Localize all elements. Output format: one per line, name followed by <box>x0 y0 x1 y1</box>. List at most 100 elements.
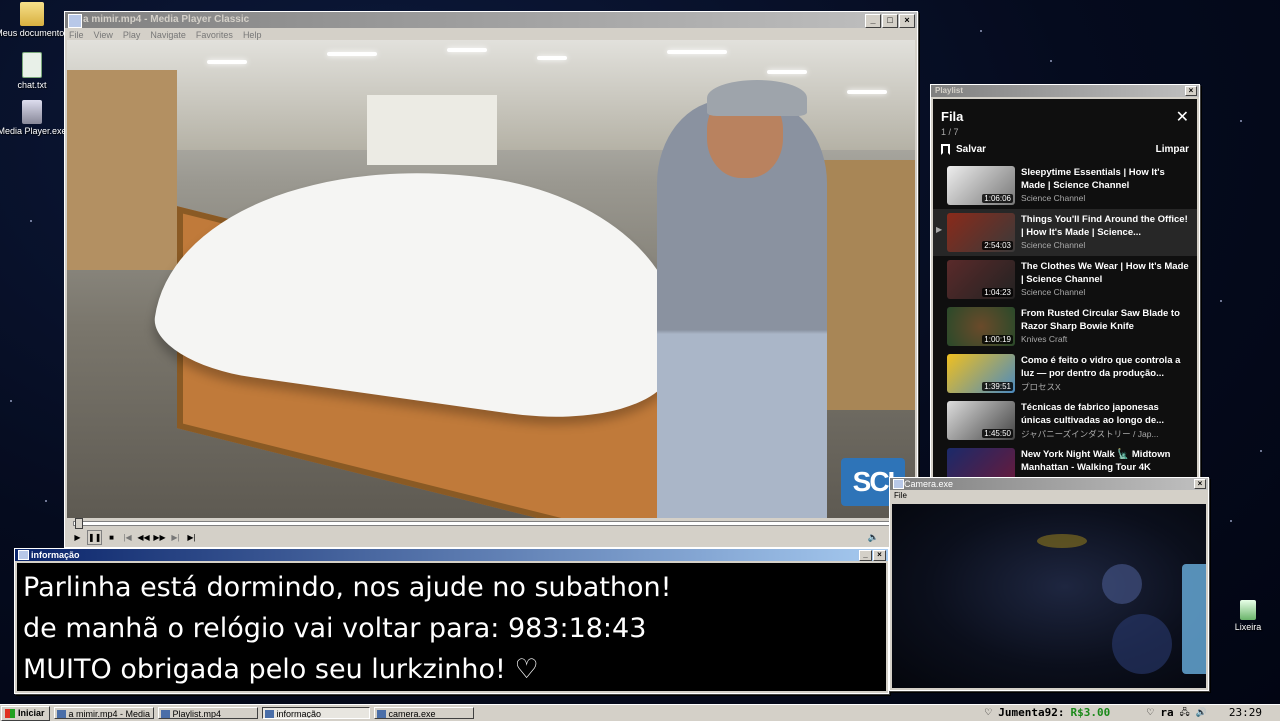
video-duration: 1:06:06 <box>982 194 1013 203</box>
next-icon[interactable]: ▶| <box>169 531 182 544</box>
seek-track <box>73 521 909 526</box>
media-player-icon <box>22 100 42 124</box>
close-button[interactable]: × <box>873 550 886 561</box>
media-player-icon <box>68 14 82 28</box>
forward-icon[interactable]: ▶▶ <box>153 531 166 544</box>
desktop-icon-chat[interactable]: chat.txt <box>0 52 70 90</box>
folder-icon <box>20 2 44 26</box>
video-area[interactable]: SCI <box>67 40 915 518</box>
playlist-item[interactable]: 1:39:51 Como é feito o vidro que control… <box>933 350 1197 397</box>
info-line: Parlinha está dormindo, nos ajude no sub… <box>23 572 672 603</box>
video-thumbnail: 1:04:23 <box>947 260 1015 299</box>
video-duration: 1:04:23 <box>982 288 1013 297</box>
video-thumbnail: 1:39:51 <box>947 354 1015 393</box>
desktop-icon-recycle-bin[interactable]: Lixeira <box>1210 600 1280 632</box>
app-icon <box>264 710 274 718</box>
video-channel: Science Channel <box>1021 193 1086 203</box>
video-duration: 2:54:03 <box>982 241 1013 250</box>
video-channel: Science Channel <box>1021 240 1086 250</box>
video-title: Sleepytime Essentials | How It's Made | … <box>1021 167 1165 191</box>
text-file-icon <box>22 52 42 78</box>
app-icon <box>376 710 386 718</box>
minimize-button[interactable]: _ <box>859 550 872 561</box>
previous-icon[interactable]: |◀ <box>121 531 134 544</box>
video-title: Things You'll Find Around the Office! | … <box>1021 214 1188 238</box>
close-icon[interactable]: ✕ <box>1176 107 1189 127</box>
info-line: MUITO obrigada pelo seu lurkzinho! ♡ <box>23 654 539 685</box>
playlist-item[interactable]: 1:45:50 Técnicas de fabrico japonesas ún… <box>933 397 1197 444</box>
video-title: Técnicas de fabrico japonesas únicas cul… <box>1021 402 1165 426</box>
desktop-icon-media-player[interactable]: Media Player.exe <box>0 100 70 136</box>
app-icon <box>56 710 66 718</box>
minimize-button[interactable]: _ <box>865 14 881 28</box>
video-channel: プロセスX <box>1021 382 1061 392</box>
video-cap <box>707 80 807 116</box>
media-player-titlebar[interactable]: a mimir.mp4 - Media Player Classic _ □ × <box>65 12 917 28</box>
video-thumbnail <box>947 448 1015 478</box>
system-tray: ♡ Jumenta92: R$3.00 ♡ ra 🖧 🔊 23:29 <box>984 706 1280 719</box>
video-channel: ジャパニーズインダストリー / Jap... <box>1021 429 1159 439</box>
frame-step-icon[interactable]: ▶| <box>185 531 198 544</box>
video-title: New York Night Walk 🗽 Midtown Manhattan … <box>1021 449 1171 473</box>
tray-text: ra <box>1160 706 1174 719</box>
info-message: Parlinha está dormindo, nos ajude no sub… <box>17 563 886 691</box>
info-titlebar[interactable]: informação _ × <box>15 549 888 561</box>
heart-icon: ♡ <box>1146 707 1155 717</box>
window-title: Camera.exe <box>904 479 954 489</box>
playlist-items: 1:06:06 Sleepytime Essentials | How It's… <box>933 162 1197 478</box>
maximize-button[interactable]: □ <box>882 14 898 28</box>
app-icon <box>160 710 170 718</box>
close-button[interactable]: × <box>1185 86 1197 96</box>
volume-icon[interactable]: 🔊 <box>1196 707 1207 718</box>
playlist-header: Fila <box>941 109 964 124</box>
playlist-item-active[interactable]: ▶ 2:54:03 Things You'll Find Around the … <box>933 209 1197 256</box>
start-button[interactable]: Iniciar <box>1 705 50 721</box>
menu-file[interactable]: File <box>894 490 907 502</box>
close-button[interactable]: × <box>899 14 915 28</box>
video-title: From Rusted Circular Saw Blade to Razor … <box>1021 308 1180 332</box>
info-line: de manhã o relógio vai voltar para: 983:… <box>23 613 647 644</box>
donation-amount: R$3.00 <box>1070 706 1111 719</box>
video-title: Como é feito o vidro que controla a luz … <box>1021 355 1181 379</box>
close-button[interactable]: × <box>1194 479 1206 489</box>
video-channel: Knives Craft <box>1021 334 1068 344</box>
window-title: informação <box>31 550 80 560</box>
desktop-icon-documents[interactable]: Meus documentos <box>0 2 70 38</box>
taskbar-item-informacao[interactable]: informação <box>261 707 370 719</box>
video-duration: 1:39:51 <box>982 382 1013 391</box>
seek-bar[interactable] <box>67 518 915 529</box>
playlist-panel: Fila 1 / 7 ✕ Salvar Limpar 1:06:06 Sleep… <box>933 99 1197 478</box>
video-duration: 1:00:19 <box>982 335 1013 344</box>
recycle-bin-icon <box>1240 600 1256 620</box>
donation-user: Jumenta92: <box>998 706 1065 719</box>
taskbar-item-playlist[interactable]: Playlist.mp4 <box>157 707 258 719</box>
network-icon[interactable]: 🖧 <box>1180 705 1190 721</box>
menu-bar: File <box>890 490 1208 502</box>
taskbar-item-media-player[interactable]: a mimir.mp4 - Media Playe... <box>53 707 154 719</box>
playlist-titlebar[interactable]: Playlist × <box>931 85 1199 97</box>
seek-knob[interactable] <box>74 518 83 529</box>
rewind-icon[interactable]: ◀◀ <box>137 531 150 544</box>
pause-icon[interactable]: ❚❚ <box>87 529 102 545</box>
save-button[interactable]: Salvar <box>941 144 986 155</box>
playlist-count: 1 / 7 <box>941 127 959 137</box>
playback-controls: ▶ ❚❚ ■ |◀ ◀◀ ▶▶ ▶| ▶| 🔈 <box>67 529 919 545</box>
now-playing-icon: ▶ <box>936 225 943 234</box>
camera-titlebar[interactable]: Camera.exe × <box>890 478 1208 490</box>
video-thumbnail: 1:00:19 <box>947 307 1015 346</box>
video-thumbnail: 2:54:03 <box>947 213 1015 252</box>
camera-icon <box>893 479 904 489</box>
volume-icon[interactable]: 🔈 <box>868 532 879 543</box>
clock[interactable]: 23:29 <box>1229 706 1262 719</box>
taskbar-item-camera[interactable]: camera.exe <box>373 707 474 719</box>
clear-button[interactable]: Limpar <box>1156 144 1189 155</box>
play-icon[interactable]: ▶ <box>71 531 84 544</box>
stop-icon[interactable]: ■ <box>105 531 118 544</box>
media-player-window: a mimir.mp4 - Media Player Classic _ □ ×… <box>64 11 918 548</box>
video-title: The Clothes We Wear | How It's Made | Sc… <box>1021 261 1189 285</box>
playlist-item[interactable]: 1:04:23 The Clothes We Wear | How It's M… <box>933 256 1197 303</box>
playlist-item[interactable]: New York Night Walk 🗽 Midtown Manhattan … <box>933 444 1197 478</box>
playlist-item[interactable]: 1:00:19 From Rusted Circular Saw Blade t… <box>933 303 1197 350</box>
window-icon <box>18 550 29 560</box>
playlist-item[interactable]: 1:06:06 Sleepytime Essentials | How It's… <box>933 162 1197 209</box>
